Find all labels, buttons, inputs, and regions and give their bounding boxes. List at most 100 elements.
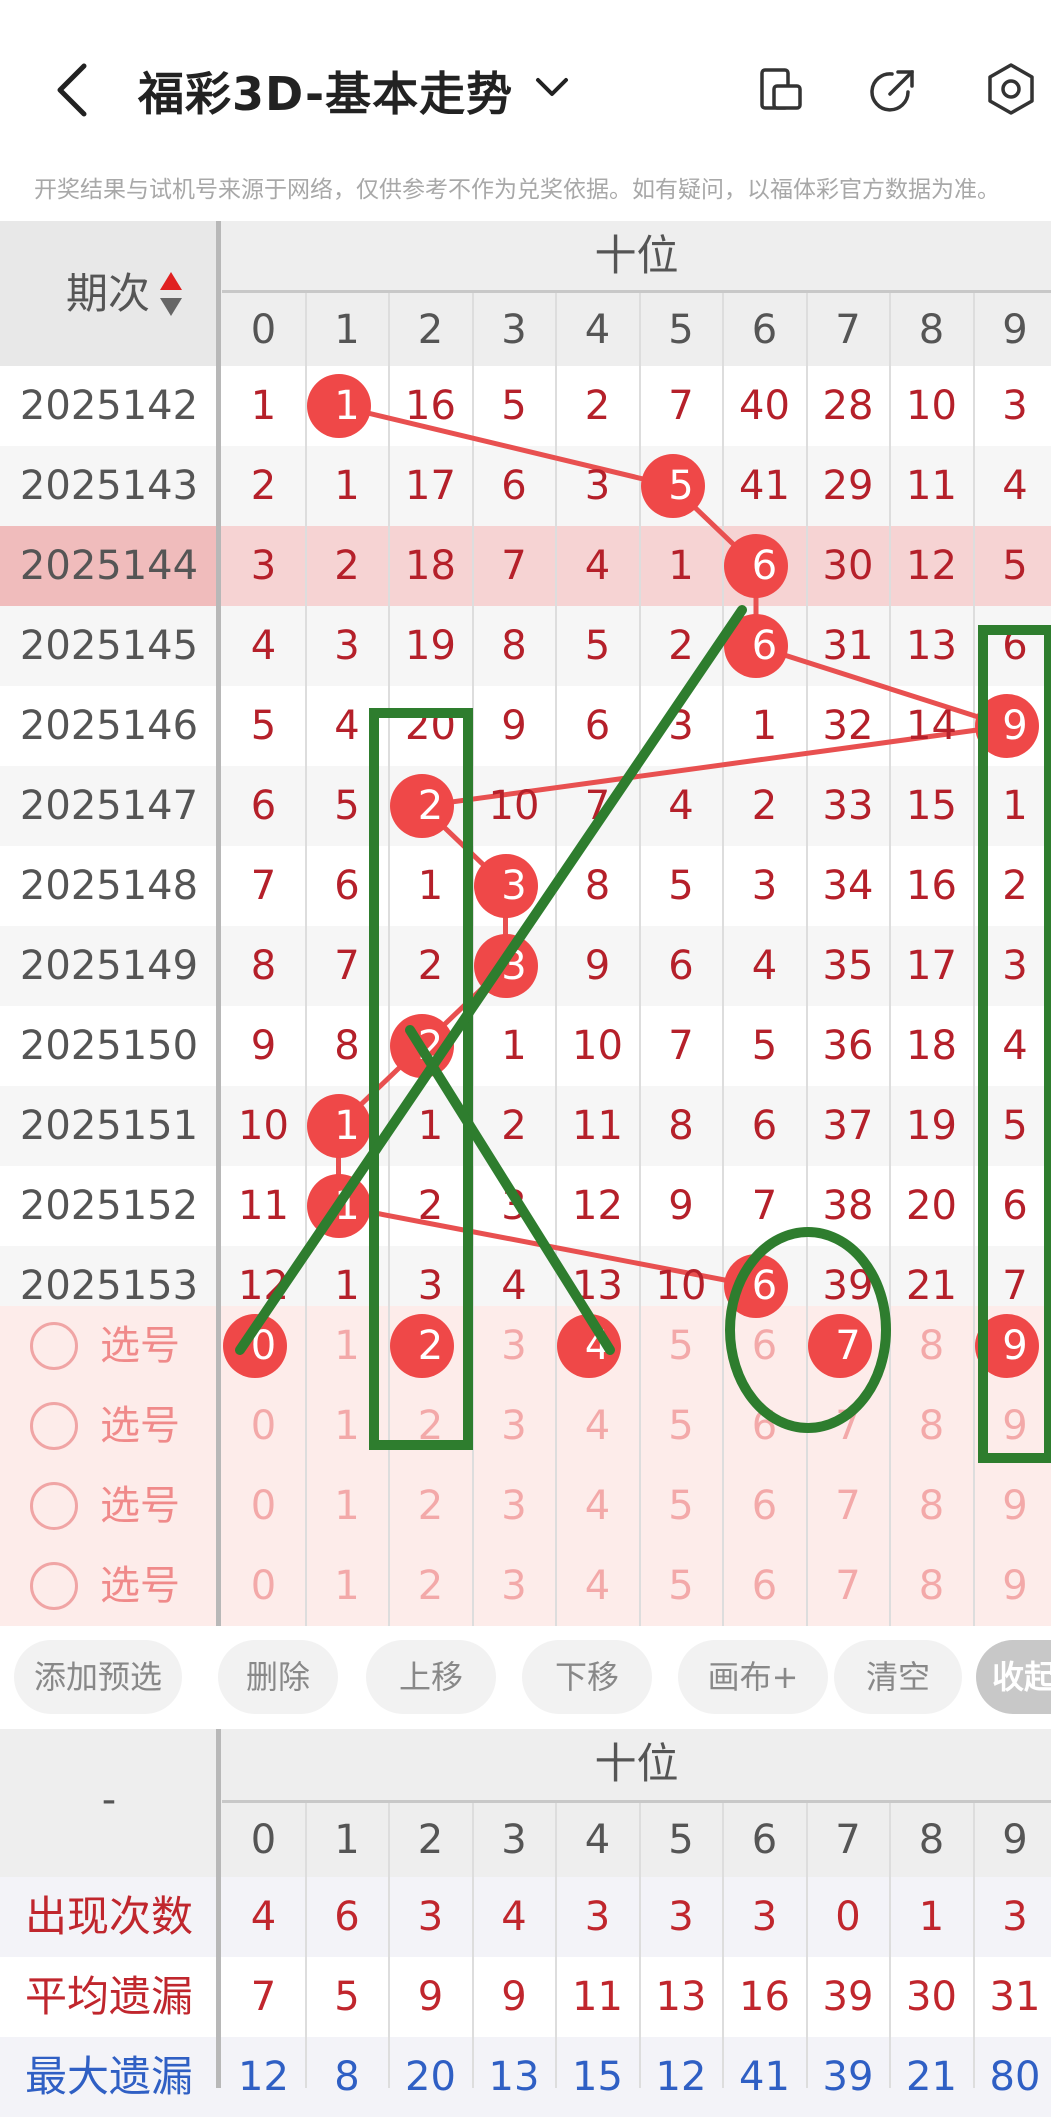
- miss-count: 6: [640, 926, 723, 1006]
- miss-count: 2: [974, 846, 1051, 926]
- miss-count: 4: [723, 926, 806, 1006]
- miss-count: 7: [222, 846, 305, 926]
- pick-number[interactable]: 6: [723, 1386, 806, 1466]
- miss-count: 16: [389, 366, 472, 446]
- pick-number[interactable]: 1: [306, 1466, 389, 1546]
- miss-count: 8: [640, 1086, 723, 1166]
- page-title[interactable]: 福彩3D-基本走势: [138, 58, 513, 124]
- pick-number[interactable]: 7: [807, 1386, 890, 1466]
- action-button[interactable]: 添加预选: [14, 1640, 182, 1714]
- pick-number[interactable]: 3: [473, 1466, 556, 1546]
- pick-number[interactable]: 6: [723, 1546, 806, 1626]
- stat-value: 13: [640, 1957, 723, 2037]
- period-label: 2025145: [0, 606, 218, 686]
- pick-label[interactable]: 选号: [100, 1546, 180, 1626]
- miss-count: 3: [723, 846, 806, 926]
- pick-number[interactable]: 5: [640, 1306, 723, 1386]
- miss-count: 1: [222, 366, 305, 446]
- miss-count: 14: [890, 686, 973, 766]
- chevron-down-icon[interactable]: [534, 74, 570, 102]
- stat-value: 30: [890, 1957, 973, 2037]
- select-radio[interactable]: [30, 1322, 78, 1370]
- pick-number[interactable]: 2: [389, 1546, 472, 1626]
- pick-number[interactable]: 4: [556, 1386, 639, 1466]
- pick-label[interactable]: 选号: [100, 1466, 180, 1546]
- selected-number[interactable]: 9: [974, 1306, 1051, 1386]
- column-header: 2: [389, 1800, 472, 1880]
- settings-icon[interactable]: [984, 62, 1038, 116]
- pick-number[interactable]: 4: [556, 1546, 639, 1626]
- selected-number[interactable]: 7: [807, 1306, 890, 1386]
- pick-number[interactable]: 7: [807, 1466, 890, 1546]
- pick-number[interactable]: 6: [723, 1466, 806, 1546]
- column-header: 7: [807, 290, 890, 370]
- pick-number[interactable]: 1: [306, 1386, 389, 1466]
- pick-number[interactable]: 4: [556, 1466, 639, 1546]
- stat-value: 3: [723, 1877, 806, 1957]
- column-header: 4: [556, 1800, 639, 1880]
- pick-number[interactable]: 8: [890, 1386, 973, 1466]
- action-button[interactable]: 下移: [522, 1640, 652, 1714]
- selected-number[interactable]: 0: [222, 1306, 305, 1386]
- pick-number[interactable]: 7: [807, 1546, 890, 1626]
- pick-number[interactable]: 3: [473, 1546, 556, 1626]
- miss-count: 2: [640, 606, 723, 686]
- miss-count: 1: [723, 686, 806, 766]
- pick-number[interactable]: 3: [473, 1386, 556, 1466]
- hit-number: 6: [723, 526, 806, 606]
- pick-number[interactable]: 1: [306, 1306, 389, 1386]
- stat-value: 3: [974, 1877, 1051, 1957]
- action-button[interactable]: 上移: [366, 1640, 496, 1714]
- miss-count: 4: [222, 606, 305, 686]
- miss-count: 2: [222, 446, 305, 526]
- share-icon[interactable]: [868, 64, 920, 116]
- miss-count: 41: [723, 446, 806, 526]
- pick-number[interactable]: 9: [974, 1466, 1051, 1546]
- miss-count: 11: [890, 446, 973, 526]
- pick-number[interactable]: 5: [640, 1466, 723, 1546]
- miss-count: 1: [974, 766, 1051, 846]
- miss-count: 9: [556, 926, 639, 1006]
- period-label: 2025147: [0, 766, 218, 846]
- back-icon[interactable]: [52, 62, 92, 118]
- pick-number[interactable]: 8: [890, 1546, 973, 1626]
- miss-count: 5: [306, 766, 389, 846]
- selected-number[interactable]: 4: [556, 1306, 639, 1386]
- layout-switch-icon[interactable]: [758, 66, 806, 114]
- pick-number[interactable]: 2: [389, 1466, 472, 1546]
- pick-number[interactable]: 8: [890, 1306, 973, 1386]
- pick-number[interactable]: 3: [473, 1306, 556, 1386]
- miss-count: 9: [473, 686, 556, 766]
- pick-number[interactable]: 8: [890, 1466, 973, 1546]
- pick-number[interactable]: 6: [723, 1306, 806, 1386]
- action-button[interactable]: 画布+: [678, 1640, 828, 1714]
- pick-number[interactable]: 0: [222, 1546, 305, 1626]
- action-button[interactable]: 删除: [218, 1640, 338, 1714]
- select-radio[interactable]: [30, 1482, 78, 1530]
- pick-number[interactable]: 2: [389, 1386, 472, 1466]
- pick-number[interactable]: 9: [974, 1386, 1051, 1466]
- period-header[interactable]: 期次: [66, 264, 150, 324]
- select-radio[interactable]: [30, 1562, 78, 1610]
- selected-number[interactable]: 2: [389, 1306, 472, 1386]
- action-button[interactable]: 清空: [834, 1640, 962, 1714]
- miss-count: 7: [473, 526, 556, 606]
- miss-count: 3: [473, 1166, 556, 1246]
- pick-number[interactable]: 5: [640, 1546, 723, 1626]
- action-button[interactable]: 收起: [976, 1640, 1051, 1714]
- pick-number[interactable]: 5: [640, 1386, 723, 1466]
- pick-label[interactable]: 选号: [100, 1386, 180, 1466]
- miss-count: 3: [556, 446, 639, 526]
- miss-count: 11: [222, 1166, 305, 1246]
- pick-number[interactable]: 9: [974, 1546, 1051, 1626]
- column-header: 6: [723, 290, 806, 370]
- miss-count: 9: [640, 1166, 723, 1246]
- period-label: 2025151: [0, 1086, 218, 1166]
- pick-number[interactable]: 0: [222, 1386, 305, 1466]
- select-radio[interactable]: [30, 1402, 78, 1450]
- pick-number[interactable]: 1: [306, 1546, 389, 1626]
- hit-number: 1: [306, 366, 389, 446]
- pick-label[interactable]: 选号: [100, 1306, 180, 1386]
- pick-number[interactable]: 0: [222, 1466, 305, 1546]
- sort-arrows-icon[interactable]: [158, 270, 184, 318]
